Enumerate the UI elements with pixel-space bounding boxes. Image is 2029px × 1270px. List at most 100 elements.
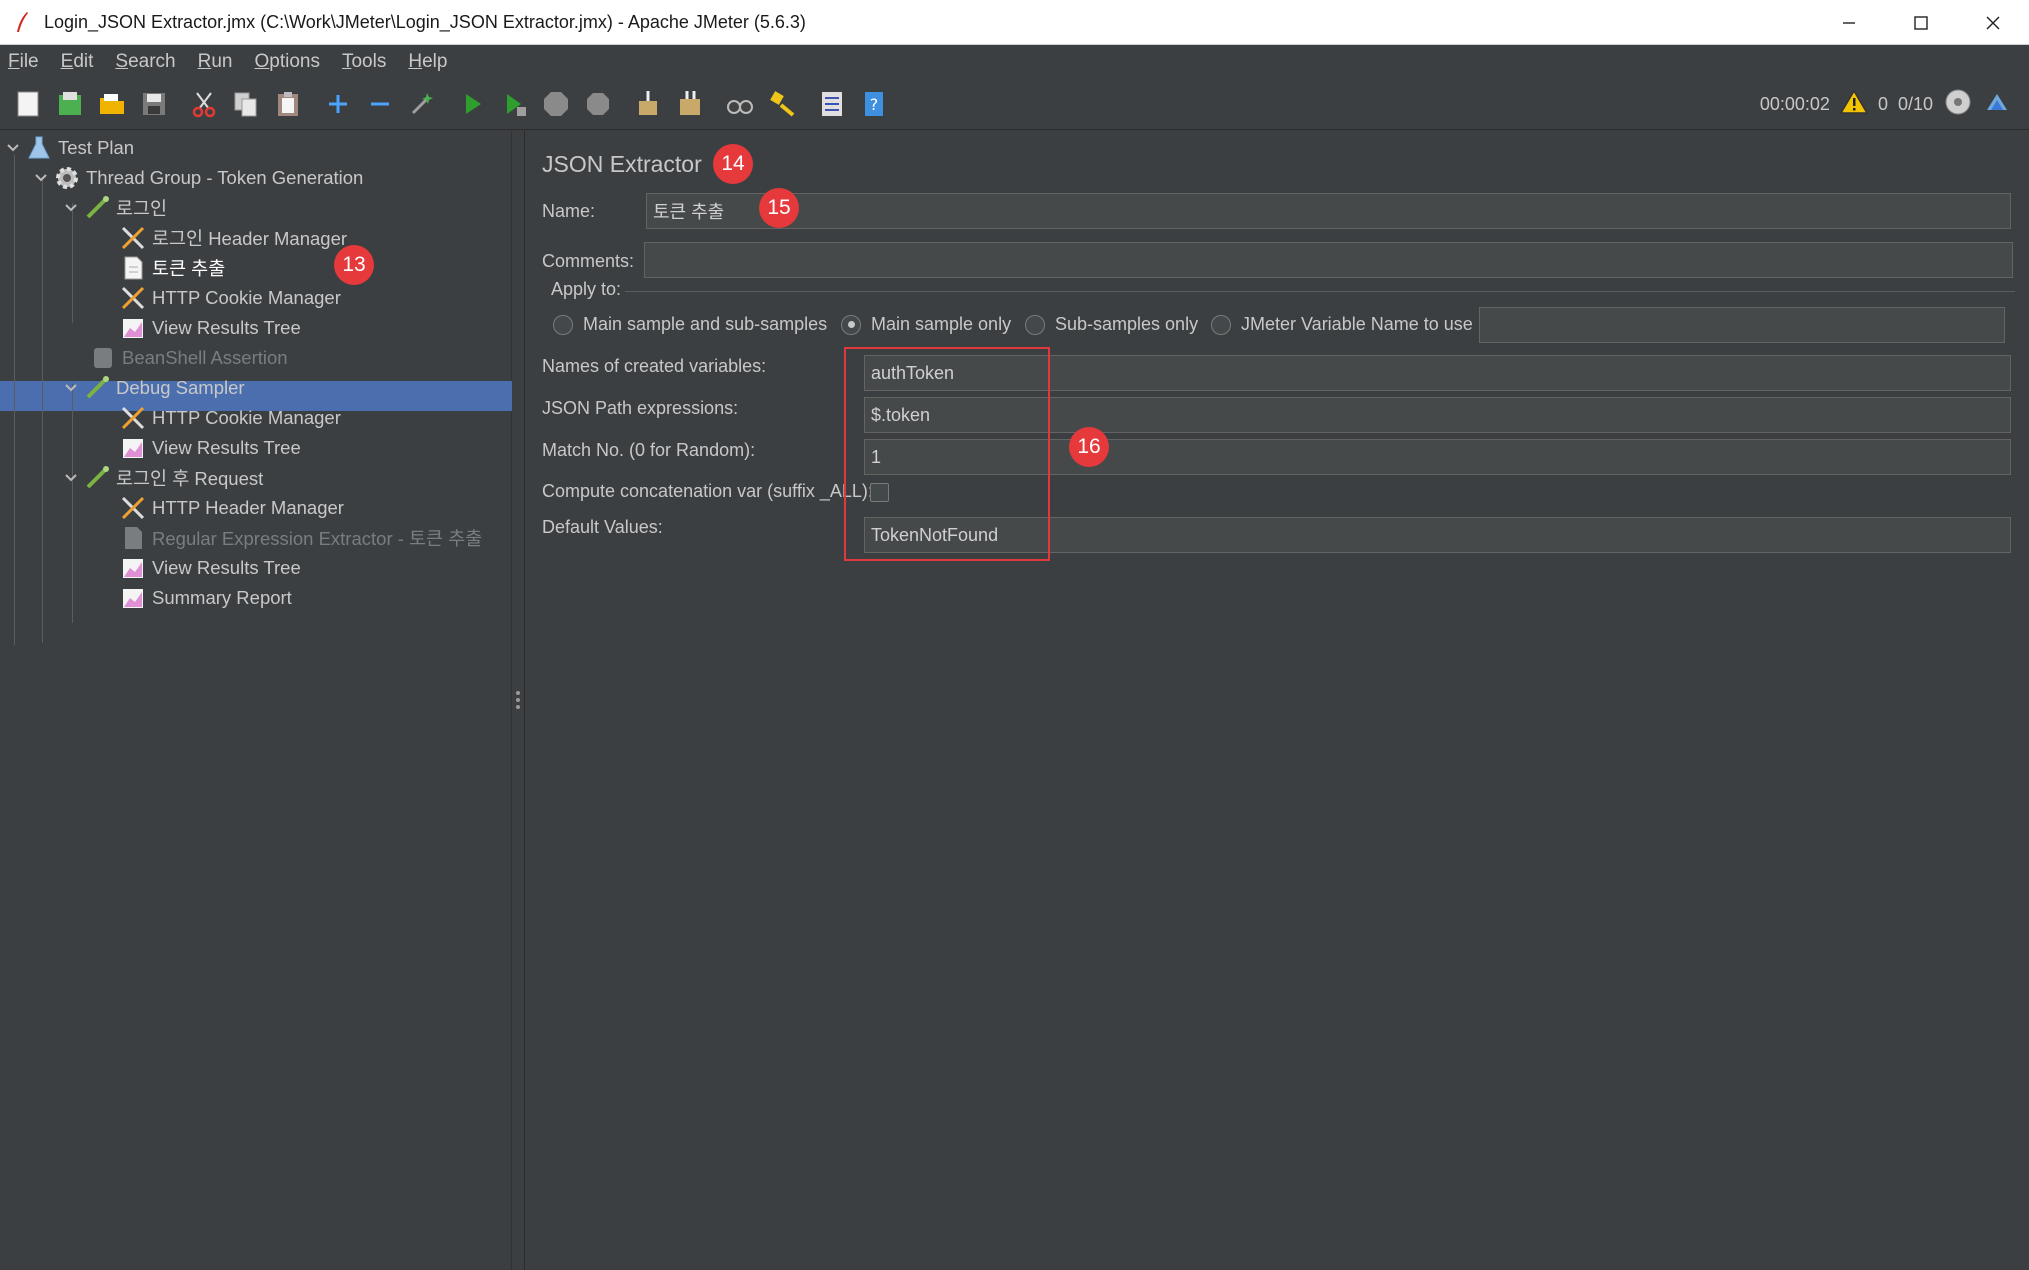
apply-to-label: Apply to: — [551, 279, 622, 299]
tree-node-thread-group[interactable]: Thread Group - Token Generation — [30, 163, 363, 193]
pipette-icon — [82, 194, 112, 222]
name-field[interactable]: 토큰 추출 — [646, 193, 2011, 229]
start-no-pause-button[interactable] — [498, 88, 530, 120]
function-helper-button[interactable] — [816, 88, 848, 120]
menu-search[interactable]: Search — [115, 51, 175, 73]
menu-edit[interactable]: Edit — [61, 51, 94, 73]
minus-icon — [371, 102, 389, 105]
minimize-icon — [1843, 21, 1855, 24]
radio-circle-selected — [841, 314, 861, 335]
clear-button[interactable] — [632, 88, 664, 120]
tree-node-summary-report[interactable]: Summary Report — [118, 583, 292, 613]
copy-button[interactable] — [230, 88, 262, 120]
menu-help[interactable]: Help — [408, 51, 447, 73]
maximize-button[interactable] — [1885, 0, 1957, 45]
tree-node-label: Debug Sampler — [116, 377, 245, 398]
tree-node-header-manager[interactable]: HTTP Header Manager — [118, 493, 344, 523]
chevron-down-icon[interactable] — [30, 174, 52, 182]
new-button[interactable] — [12, 88, 44, 120]
radio-main-and-sub-samples[interactable]: Main sample and sub-samples — [553, 314, 827, 335]
menu-file[interactable]: File — [8, 51, 39, 73]
start-button[interactable] — [456, 88, 488, 120]
tree-node-login-header-manager[interactable]: 로그인 Header Manager — [118, 223, 347, 253]
chevron-down-icon[interactable] — [60, 204, 82, 212]
help-icon: ? — [865, 91, 883, 116]
tree-node-test-plan[interactable]: Test Plan — [2, 133, 134, 163]
match-no-label: Match No. (0 for Random): — [542, 440, 756, 460]
paste-icon — [278, 91, 298, 116]
save-button[interactable] — [138, 88, 170, 120]
tree-node-results-tree-1[interactable]: View Results Tree — [118, 313, 301, 343]
warning-icon[interactable] — [1839, 89, 1869, 120]
tree-node-label: 로그인 Header Manager — [152, 228, 348, 249]
open-folder-icon — [100, 93, 124, 114]
toggle-button[interactable] — [406, 88, 438, 120]
annotation-badge-13: 13 — [334, 245, 374, 285]
tree-node-results-tree-3[interactable]: View Results Tree — [118, 553, 301, 583]
copy-icon — [234, 92, 257, 116]
jmeter-variable-field[interactable] — [1479, 307, 2005, 343]
tree-node-cookie-manager-2[interactable]: HTTP Cookie Manager — [118, 403, 341, 433]
tree-node-label: View Results Tree — [152, 557, 301, 578]
tree-node-label: 토큰 추출 — [152, 258, 226, 279]
menu-options[interactable]: Options — [254, 51, 319, 73]
open-button[interactable] — [96, 88, 128, 120]
tree-node-label: 로그인 후 Request — [116, 468, 264, 489]
play-icon — [466, 93, 481, 114]
shutdown-button[interactable] — [582, 88, 614, 120]
help-button[interactable]: ? — [858, 88, 890, 120]
clear-all-button[interactable] — [674, 88, 706, 120]
reset-search-button[interactable] — [766, 88, 798, 120]
minimize-button[interactable] — [1813, 0, 1885, 45]
reset-search-icon — [770, 90, 795, 117]
split-pane-handle[interactable] — [512, 131, 524, 1270]
broom-all-icon — [680, 90, 700, 115]
radio-jmeter-variable[interactable]: JMeter Variable Name to use — [1211, 314, 1473, 335]
menu-run[interactable]: Run — [198, 51, 233, 73]
pipette-icon — [82, 464, 112, 492]
tree-node-debug-sampler[interactable]: Debug Sampler — [60, 373, 245, 403]
default-values-label: Default Values: — [542, 517, 663, 537]
paste-button[interactable] — [272, 88, 304, 120]
templates-icon — [59, 91, 81, 115]
close-button[interactable] — [1957, 0, 2029, 45]
tree-node-login-sampler[interactable]: 로그인 — [60, 193, 167, 223]
remote-engines-icon[interactable] — [1943, 87, 1973, 122]
log-viewer-icon[interactable] — [1983, 88, 2011, 121]
chevron-down-icon[interactable] — [60, 474, 82, 482]
tree-node-token-extract[interactable]: 토큰 추출 — [118, 253, 225, 283]
close-icon — [1986, 16, 2000, 29]
expand-button[interactable] — [322, 88, 354, 120]
var-names-label: Names of created variables: — [542, 356, 767, 376]
test-plan-tree[interactable]: Test Plan Thread Group - Token Generatio… — [0, 131, 512, 1270]
search-button[interactable] — [724, 88, 756, 120]
toolbar: ? 00:00:02 0 0/10 — [0, 78, 2029, 130]
cut-button[interactable] — [188, 88, 220, 120]
comments-field[interactable] — [644, 242, 2013, 278]
gear-icon — [52, 164, 82, 192]
chevron-down-icon[interactable] — [2, 144, 24, 152]
stop-button[interactable] — [540, 88, 572, 120]
chevron-down-icon[interactable] — [60, 384, 82, 392]
flask-icon — [24, 134, 54, 162]
tree-node-beanshell-assertion[interactable]: BeanShell Assertion — [88, 343, 288, 373]
concat-label: Compute concatenation var (suffix _ALL): — [542, 481, 873, 501]
menu-tools[interactable]: Tools — [342, 51, 386, 73]
tree-node-results-tree-2[interactable]: View Results Tree — [118, 433, 301, 463]
plus-icon — [329, 94, 347, 113]
tools-icon — [118, 284, 148, 312]
tree-node-cookie-manager-1[interactable]: HTTP Cookie Manager — [118, 283, 341, 313]
radio-main-sample-only[interactable]: Main sample only — [841, 314, 1011, 335]
broom-icon — [639, 90, 657, 115]
tree-node-after-login-request[interactable]: 로그인 후 Request — [60, 463, 263, 493]
chart-icon — [118, 314, 148, 342]
templates-button[interactable] — [54, 88, 86, 120]
json-extractor-panel: JSON Extractor 14 Name: 토큰 추출 15 Comment… — [525, 131, 2029, 1270]
radio-sub-samples-only[interactable]: Sub-samples only — [1025, 314, 1198, 335]
elapsed-time: 00:00:02 — [1759, 93, 1830, 114]
tree-node-regex-extractor[interactable]: Regular Expression Extractor - 토큰 추출 — [118, 523, 482, 553]
collapse-button[interactable] — [364, 88, 396, 120]
chart-icon — [118, 584, 148, 612]
pipette-icon — [82, 374, 112, 402]
tree-node-label: 로그인 — [116, 198, 168, 219]
